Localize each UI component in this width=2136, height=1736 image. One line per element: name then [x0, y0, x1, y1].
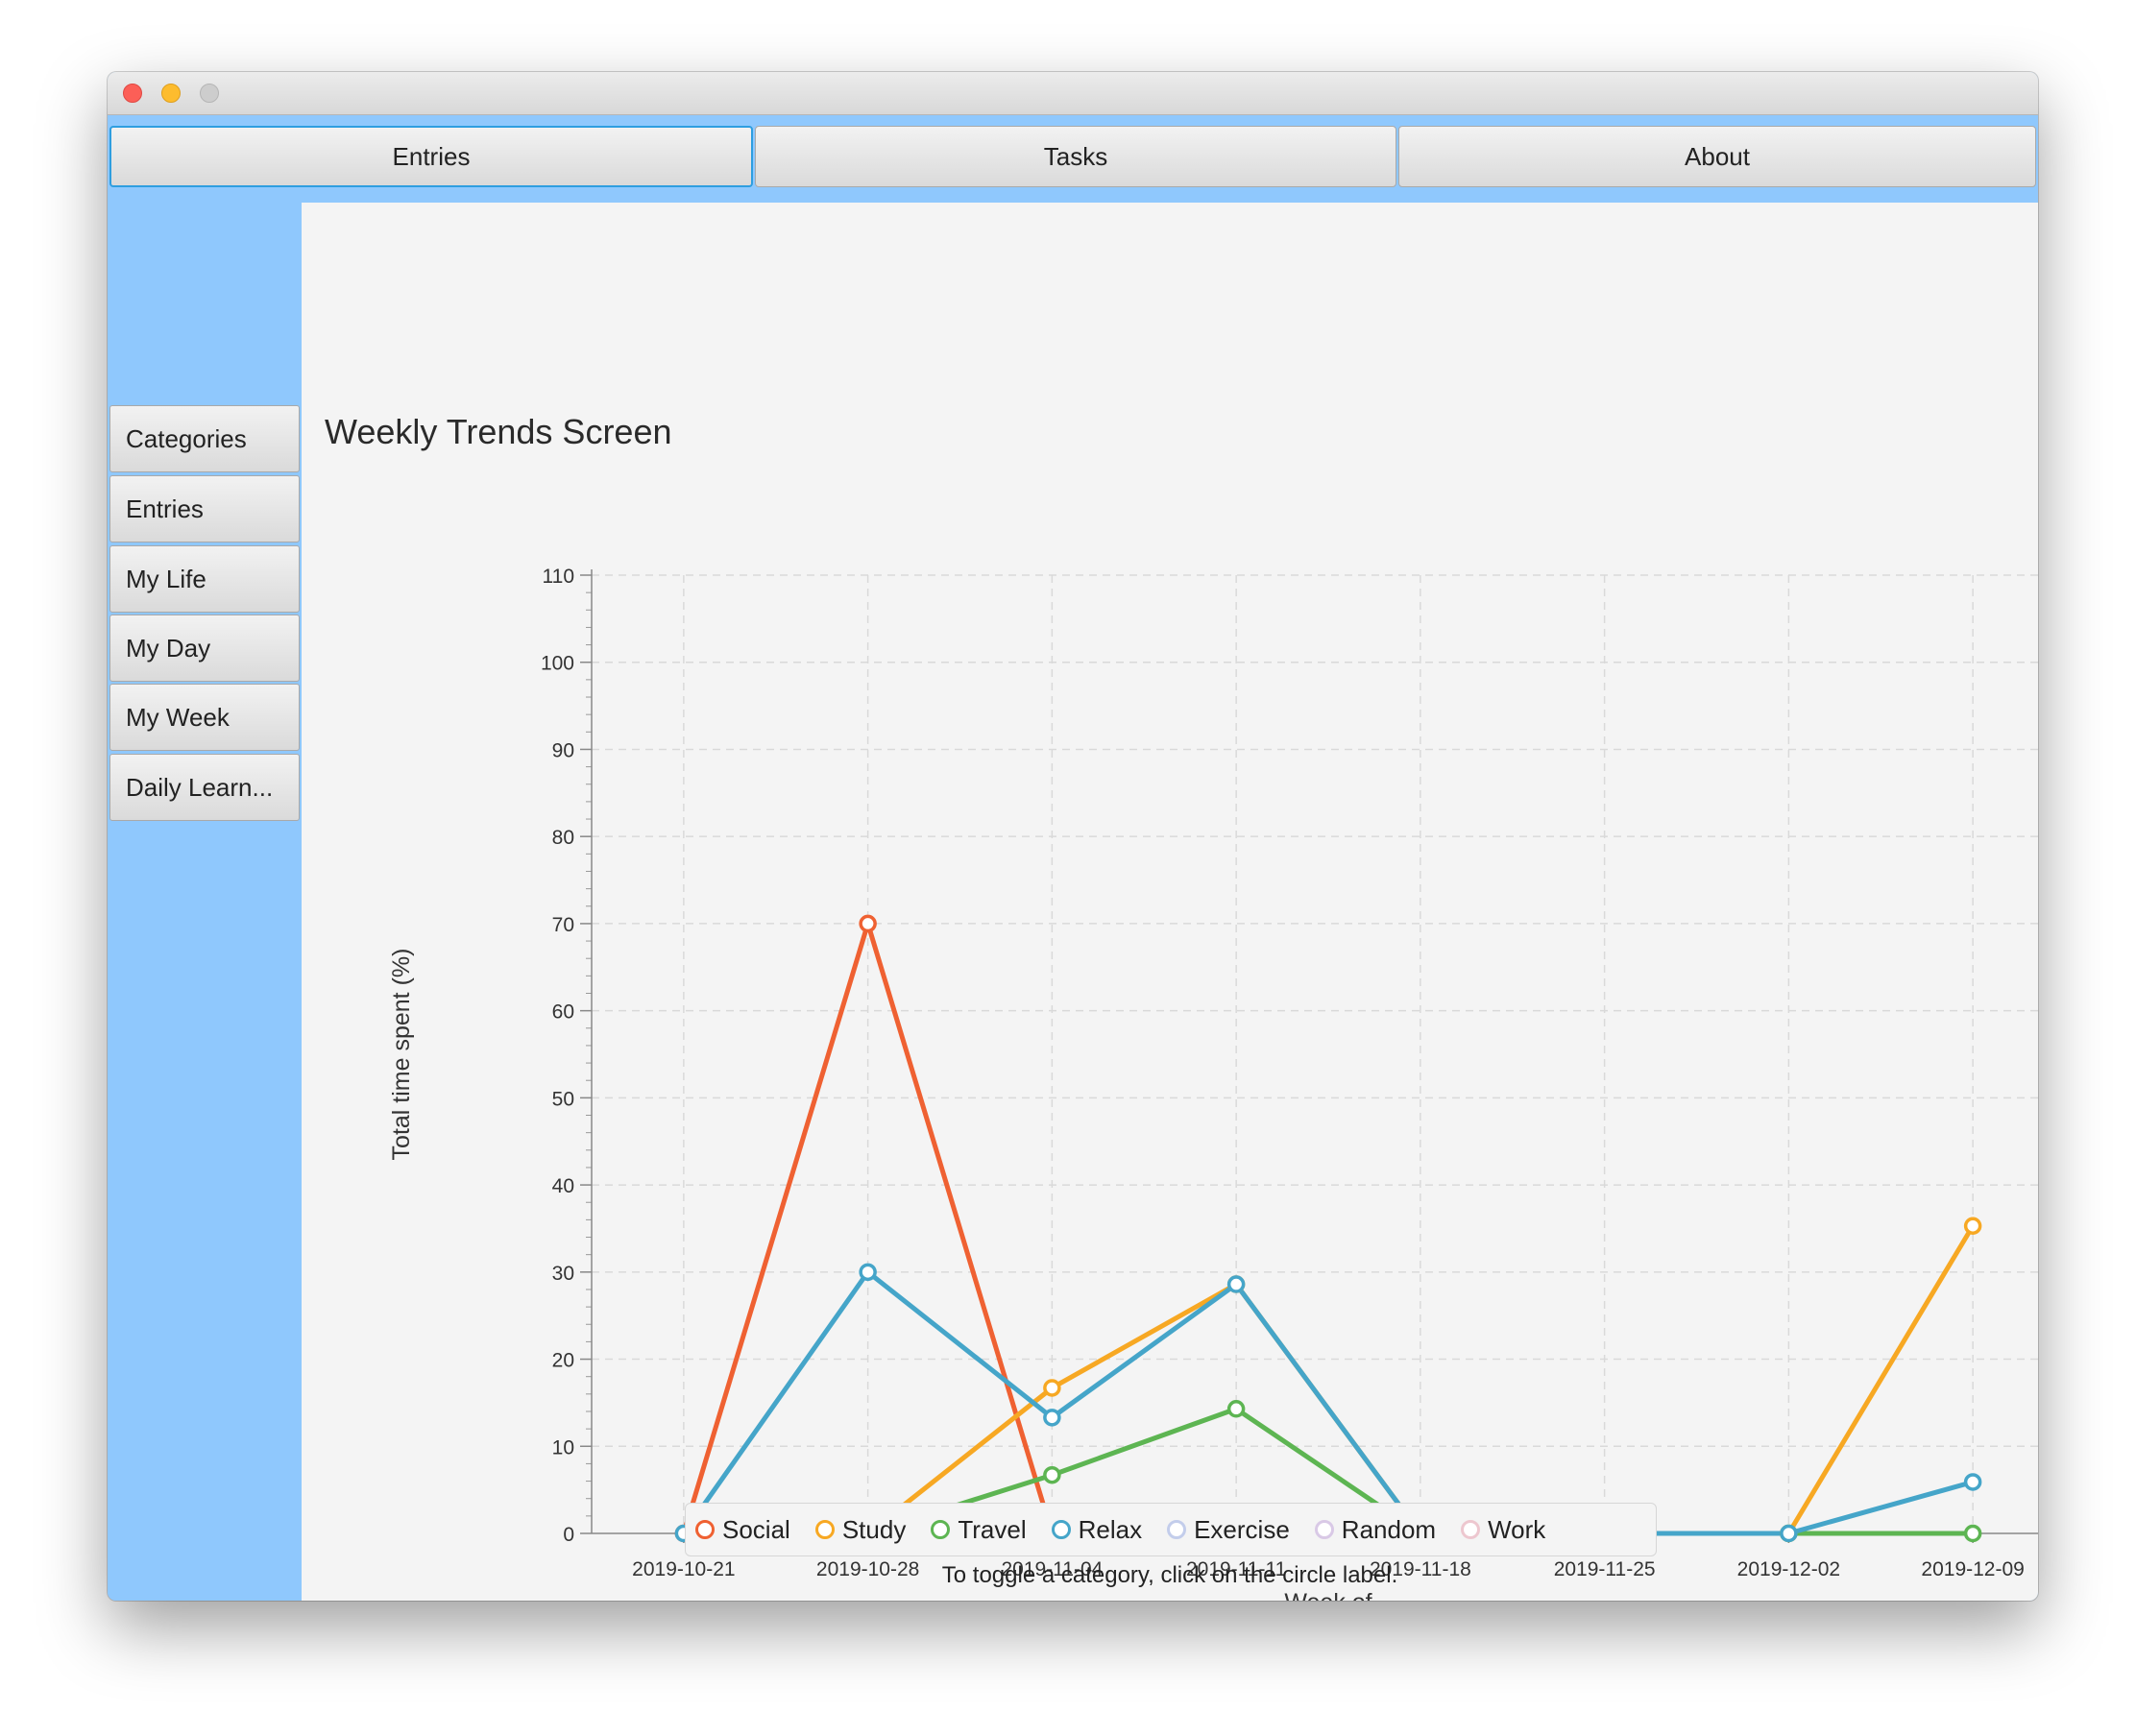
y-tick-label: 110	[543, 566, 574, 588]
sidebar-item-entries[interactable]: Entries	[109, 475, 300, 542]
sidebar-item-my-week[interactable]: My Week	[109, 684, 300, 751]
y-tick-label: 30	[552, 1263, 574, 1285]
legend-circle-social[interactable]	[695, 1520, 715, 1539]
sidebar-item-categories[interactable]: Categories	[109, 405, 300, 472]
y-tick-label: 20	[552, 1350, 574, 1372]
legend-circle-work[interactable]	[1461, 1520, 1481, 1539]
close-window-button[interactable]	[123, 84, 142, 103]
data-point-relax	[1963, 1473, 1982, 1491]
y-axis-label: Total time spent (%)	[388, 949, 415, 1161]
tab-tasks[interactable]: Tasks	[755, 126, 1396, 187]
sidebar-item-my-day[interactable]: My Day	[109, 615, 300, 682]
legend-item-work[interactable]: Work	[1461, 1515, 1545, 1545]
tab-about[interactable]: About	[1398, 126, 2036, 187]
legend-item-random[interactable]: Random	[1314, 1514, 1437, 1545]
data-point-study	[1043, 1379, 1061, 1397]
data-point-relax	[859, 1263, 877, 1282]
legend-label-travel: Travel	[958, 1514, 1027, 1544]
legend-circle-study[interactable]	[814, 1520, 835, 1539]
legend-item-social[interactable]: Social	[695, 1515, 790, 1545]
y-tick-label: 60	[552, 1001, 574, 1024]
data-point-social	[859, 914, 877, 933]
app-window: Entries Tasks About Categories Entries M…	[108, 72, 2038, 1601]
chart-legend: Social Study Travel Relax Exercise Rando…	[685, 1503, 1657, 1556]
series-line-relax	[681, 1269, 1976, 1536]
y-tick-label: 100	[541, 653, 574, 675]
zoom-window-button[interactable]	[200, 84, 219, 103]
x-axis-label: Week of	[1284, 1589, 1371, 1601]
legend-circle-relax[interactable]	[1051, 1520, 1071, 1539]
toggle-hint: To toggle a category, click on the circl…	[941, 1562, 1398, 1588]
legend-item-exercise[interactable]: Exercise	[1167, 1515, 1290, 1545]
data-point-travel	[1226, 1400, 1246, 1418]
legend-item-relax[interactable]: Relax	[1051, 1514, 1143, 1545]
legend-label-relax: Relax	[1078, 1514, 1143, 1544]
legend-label-study: Study	[841, 1514, 907, 1544]
legend-item-study[interactable]: Study	[814, 1514, 907, 1545]
data-point-relax	[1780, 1524, 1798, 1543]
data-point-travel	[1043, 1465, 1061, 1484]
legend-item-travel[interactable]: Travel	[931, 1514, 1027, 1545]
data-point-travel	[1963, 1524, 1982, 1543]
y-tick-label: 70	[552, 914, 574, 936]
minimize-window-button[interactable]	[161, 84, 181, 103]
legend-label-exercise: Exercise	[1194, 1514, 1290, 1544]
sidebar: Categories Entries My Life My Day My Wee…	[108, 203, 300, 1601]
title-bar	[108, 72, 2038, 115]
y-tick-label: 40	[552, 1175, 574, 1197]
y-tick-label: 90	[552, 739, 574, 761]
legend-label-work: Work	[1488, 1514, 1546, 1544]
data-point-study	[1963, 1217, 1982, 1235]
legend-circle-travel[interactable]	[931, 1520, 951, 1539]
sidebar-item-my-life[interactable]: My Life	[109, 545, 300, 613]
legend-label-random: Random	[1341, 1514, 1437, 1544]
tab-entries[interactable]: Entries	[109, 126, 753, 187]
data-point-relax	[1043, 1409, 1061, 1427]
legend-circle-exercise[interactable]	[1167, 1520, 1187, 1539]
legend-label-social: Social	[722, 1514, 790, 1544]
y-tick-label: 80	[552, 827, 574, 849]
data-point-relax	[1226, 1275, 1246, 1293]
legend-circle-random[interactable]	[1314, 1520, 1334, 1539]
y-tick-label: 10	[552, 1436, 574, 1459]
y-tick-label: 0	[563, 1524, 574, 1546]
sidebar-item-daily-learnings[interactable]: Daily Learn...	[109, 754, 300, 821]
weekly-trends-line-chart: 01020304050607080901001102019-10-21 2019-…	[388, 566, 2038, 1601]
y-tick-label: 50	[552, 1088, 574, 1110]
content-panel: Weekly Trends Screen 0 10 20 30 40 50 60 70 80 90…	[302, 203, 2038, 1601]
